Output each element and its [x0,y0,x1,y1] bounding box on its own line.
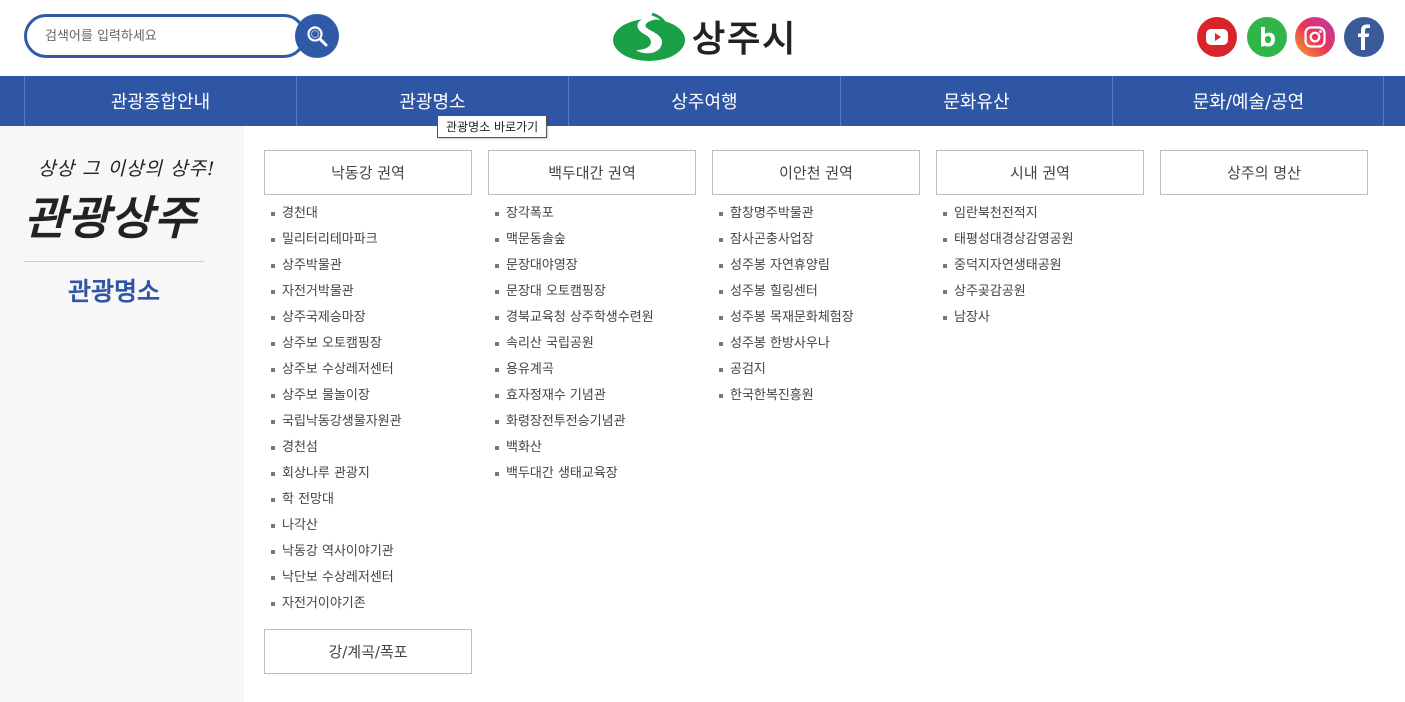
column-baekdu: 백두대간 권역 장각폭포 맥문동솔숲 문장대야영장 문장대 오토캠핑장 경북교육… [488,150,696,487]
column-header-iancheon[interactable]: 이안천 권역 [712,150,920,195]
list-item[interactable]: 성주봉 자연휴양림 [712,253,920,279]
list-item[interactable]: 백화산 [488,435,696,461]
column-header-rivers[interactable]: 강/계곡/폭포 [264,629,472,674]
list-item[interactable]: 나각산 [264,513,472,539]
list-item[interactable]: 성주봉 한방사우나 [712,331,920,357]
search-button[interactable] [295,14,339,58]
list-item[interactable]: 임란북천전적지 [936,201,1144,227]
attraction-list: 임란북천전적지 태평성대경상감영공원 중덕지자연생태공원 상주곶감공원 남장사 [936,201,1144,331]
list-item[interactable]: 문장대 오토캠핑장 [488,279,696,305]
list-item[interactable]: 낙동강 역사이야기관 [264,539,472,565]
header: 상주시 [0,0,1405,76]
list-item[interactable]: 상주보 수상레저센터 [264,357,472,383]
attraction-list: 장각폭포 맥문동솔숲 문장대야영장 문장대 오토캠핑장 경북교육청 상주학생수련… [488,201,696,487]
list-item[interactable]: 상주곶감공원 [936,279,1144,305]
column-downtown: 시내 권역 임란북천전적지 태평성대경상감영공원 중덕지자연생태공원 상주곶감공… [936,150,1144,331]
nav-item-sangju-travel[interactable]: 상주여행 [568,76,840,126]
list-item[interactable]: 백두대간 생태교육장 [488,461,696,487]
list-item[interactable]: 밀리터리테마파크 [264,227,472,253]
search-box [24,14,306,58]
nav-label: 상주여행 [671,92,738,113]
youtube-icon [1206,29,1228,45]
side-divider [24,261,204,262]
list-item[interactable]: 상주박물관 [264,253,472,279]
site-logo[interactable]: 상주시 [612,10,797,62]
list-item[interactable]: 맥문동솔숲 [488,227,696,253]
brand-title: 관광상주 [24,191,198,245]
column-mountains: 상주의 명산 [1160,150,1368,195]
nav-label: 문화유산 [943,92,1010,113]
column-header-nakdong[interactable]: 낙동강 권역 [264,150,472,195]
list-item[interactable]: 낙단보 수상레저센터 [264,565,472,591]
list-item[interactable]: 한국한복진흥원 [712,383,920,409]
search-input[interactable] [45,26,285,46]
list-item[interactable]: 상주보 오토캠핑장 [264,331,472,357]
list-item[interactable]: 회상나루 관광지 [264,461,472,487]
nav-item-tourism-info[interactable]: 관광종합안내 [24,76,296,126]
list-item[interactable]: 남장사 [936,305,1144,331]
nav-item-culture-arts[interactable]: 문화/예술/공연 [1112,76,1384,126]
list-item[interactable]: 잠사곤충사업장 [712,227,920,253]
list-item[interactable]: 자전거이야기존 [264,591,472,617]
facebook-icon [1358,24,1370,50]
logo-text: 상주시 [692,19,798,60]
nav-tooltip: 관광명소 바로가기 [437,115,548,138]
list-item[interactable]: 학 전망대 [264,487,472,513]
sangju-logo-icon [613,12,685,61]
nav-label: 문화/예술/공연 [1192,92,1305,113]
side-panel: 상상 그 이상의 상주! 관광상주 관광명소 [0,126,244,702]
attraction-list: 함창명주박물관 잠사곤충사업장 성주봉 자연휴양림 성주봉 힐링센터 성주봉 목… [712,201,920,409]
list-item[interactable]: 자전거박물관 [264,279,472,305]
list-item[interactable]: 속리산 국립공원 [488,331,696,357]
list-item[interactable]: 화령장전투전승기념관 [488,409,696,435]
list-item[interactable]: 성주봉 힐링센터 [712,279,920,305]
list-item[interactable]: 공검지 [712,357,920,383]
list-item[interactable]: 국립낙동강생물자원관 [264,409,472,435]
list-item[interactable]: 장각폭포 [488,201,696,227]
instagram-icon [1304,26,1326,48]
facebook-link[interactable] [1344,17,1384,57]
column-header-downtown[interactable]: 시내 권역 [936,150,1144,195]
list-item[interactable]: 성주봉 목재문화체험장 [712,305,920,331]
list-item[interactable]: 문장대야영장 [488,253,696,279]
nav-label: 관광종합안내 [110,92,211,113]
column-header-mountains[interactable]: 상주의 명산 [1160,150,1368,195]
list-item[interactable]: 경북교육청 상주학생수련원 [488,305,696,331]
blog-link[interactable] [1247,17,1287,57]
nav-label: 관광명소 [399,92,466,113]
list-item[interactable]: 함창명주박물관 [712,201,920,227]
nav-item-cultural-heritage[interactable]: 문화유산 [840,76,1112,126]
column-nakdong: 낙동강 권역 경천대 밀리터리테마파크 상주박물관 자전거박물관 상주국제승마장… [264,150,472,674]
list-item[interactable]: 효자정재수 기념관 [488,383,696,409]
list-item[interactable]: 중덕지자연생태공원 [936,253,1144,279]
slogan: 상상 그 이상의 상주! [38,158,216,180]
youtube-link[interactable] [1197,17,1237,57]
list-item[interactable]: 경천대 [264,201,472,227]
list-item[interactable]: 태평성대경상감영공원 [936,227,1144,253]
search-icon [307,26,328,47]
main-nav: 관광종합안내 관광명소 상주여행 문화유산 문화/예술/공연 [0,76,1405,126]
list-item[interactable]: 상주보 물놀이장 [264,383,472,409]
blog-icon [1261,27,1275,47]
list-item[interactable]: 용유계곡 [488,357,696,383]
attraction-list: 경천대 밀리터리테마파크 상주박물관 자전거박물관 상주국제승마장 상주보 오토… [264,201,472,617]
list-item[interactable]: 경천섬 [264,435,472,461]
column-header-baekdu[interactable]: 백두대간 권역 [488,150,696,195]
nav-divider [1383,76,1384,126]
column-iancheon: 이안천 권역 함창명주박물관 잠사곤충사업장 성주봉 자연휴양림 성주봉 힐링센… [712,150,920,409]
list-item[interactable]: 상주국제승마장 [264,305,472,331]
instagram-link[interactable] [1295,17,1335,57]
section-title: 관광명소 [67,277,160,306]
